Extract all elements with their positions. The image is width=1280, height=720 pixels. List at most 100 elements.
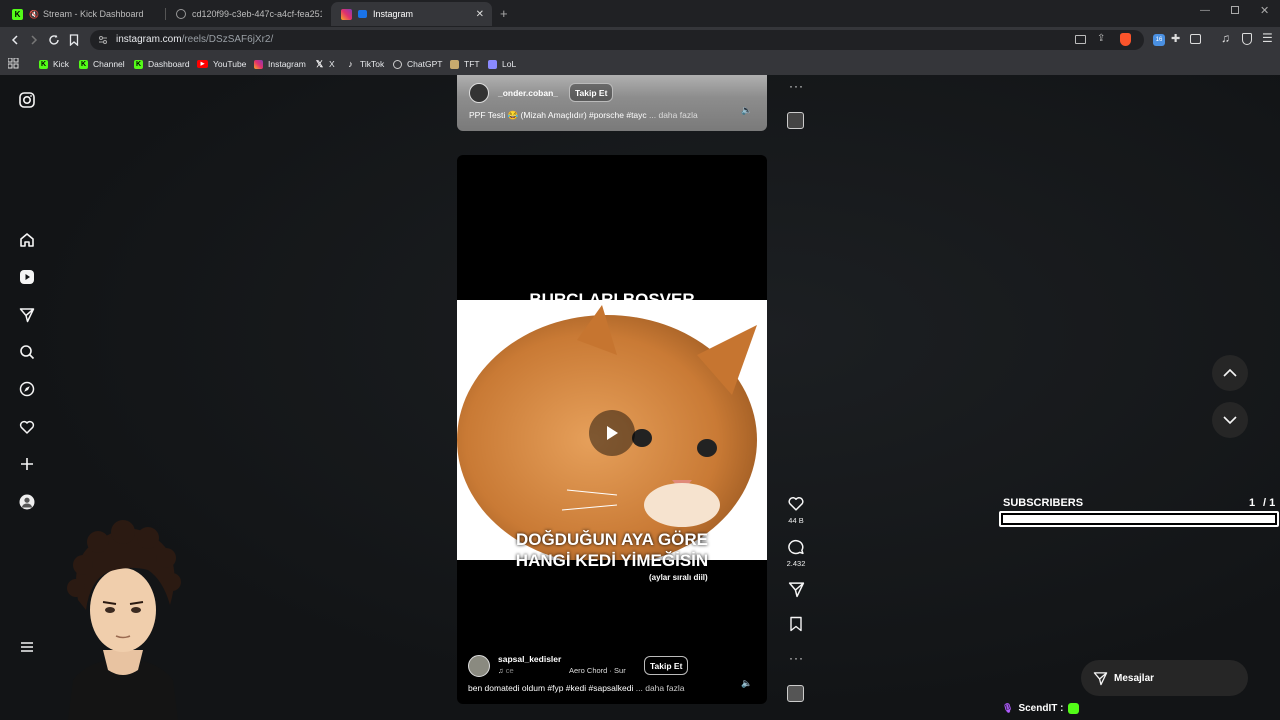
messages-button[interactable]: Mesajlar (1081, 660, 1248, 696)
create-plus-icon[interactable] (18, 455, 36, 473)
subscribers-count: 1 (1249, 497, 1256, 509)
forward-icon[interactable] (25, 31, 43, 49)
avatar[interactable] (469, 83, 489, 103)
audio-label[interactable]: ♫ ce (498, 666, 514, 675)
more-options-icon[interactable]: ··· (789, 651, 804, 665)
reel-username[interactable]: sapsal_kedisler (498, 654, 561, 664)
kick-icon: K (79, 59, 88, 69)
audio-thumbnail[interactable] (787, 685, 804, 702)
bookmark-kick[interactable]: K Kick (39, 57, 69, 71)
tab-title: Stream - Kick Dashboard (42, 9, 144, 19)
bookmark-youtube[interactable]: ▶ YouTube (197, 57, 246, 71)
bookmark-chatgpt[interactable]: ChatGPT (393, 57, 442, 71)
search-icon[interactable] (18, 343, 36, 361)
comment-icon (788, 539, 804, 555)
bookmark-tft[interactable]: TFT (450, 57, 480, 71)
cast-icon[interactable] (1075, 35, 1086, 44)
chatgpt-icon (393, 59, 402, 69)
sound-icon (358, 10, 367, 18)
instagram-page: _onder.coban_ Takip Et PPF Testi 😂 (Miza… (0, 75, 1280, 720)
browser-tab-bar: K 🔇 Stream - Kick Dashboard cd120f99-c3e… (0, 0, 1280, 27)
puzzle-icon[interactable]: ✚ (1171, 32, 1180, 45)
bookmarks-bar: K Kick K Channel K Dashboard ▶ YouTube Insta… (0, 53, 1280, 75)
messages-label: Mesajlar (1114, 672, 1155, 684)
previous-reel-button[interactable] (1212, 355, 1248, 391)
chat-username: ScendIT : (1018, 703, 1064, 714)
maximize-icon[interactable] (1231, 6, 1239, 14)
bookmark-lol[interactable]: LoL (488, 57, 516, 71)
home-icon[interactable] (18, 231, 36, 249)
bookmark-dashboard[interactable]: K Dashboard (134, 57, 190, 71)
x-icon: 𝕏 (315, 58, 324, 69)
overlay-line-2: HANGİ KEDİ YİMEĞİSİN (515, 551, 709, 570)
volume-icon[interactable]: 🔈 (741, 105, 752, 116)
more-menu-icon[interactable] (18, 638, 36, 656)
share-icon[interactable]: ⇪ (1097, 33, 1105, 44)
like-button[interactable] (786, 495, 806, 512)
profile-avatar-icon[interactable] (18, 493, 36, 511)
reel-caption: PPF Testi 😂 (Mizah Amaçlıdır) #porsche #… (469, 110, 698, 120)
comment-button[interactable] (786, 538, 806, 555)
more-options-icon[interactable]: ··· (789, 79, 804, 93)
vpn-shield-icon[interactable] (1242, 33, 1252, 45)
url-domain: instagram.com (116, 34, 182, 45)
bookmark-channel[interactable]: K Channel (79, 57, 125, 71)
sidebar-toggle-icon[interactable] (1190, 34, 1201, 44)
follow-button[interactable]: Takip Et (644, 656, 689, 675)
music-icon[interactable]: ♫ (1221, 31, 1230, 45)
instagram-logo-icon[interactable] (18, 91, 36, 109)
subscribers-total: / 1 (1263, 497, 1276, 509)
back-icon[interactable] (6, 31, 24, 49)
share-button[interactable] (786, 581, 806, 598)
menu-icon[interactable]: ☰ (1262, 31, 1273, 45)
kick-icon: K (134, 59, 143, 69)
reel-username[interactable]: _onder.coban_ (498, 88, 558, 98)
tab-kick-dashboard[interactable]: K 🔇 Stream - Kick Dashboard (2, 2, 162, 26)
mic-icon: 🎙 (1002, 703, 1014, 713)
reel-current[interactable]: BURÇLARI BOŞVER (457, 155, 767, 704)
close-tab-icon[interactable]: ✕ (476, 9, 484, 20)
close-window-icon[interactable]: ✕ (1260, 4, 1269, 17)
apps-grid-icon[interactable] (8, 58, 19, 69)
more-link[interactable]: ... daha fazla (649, 110, 698, 120)
follow-button[interactable]: Takip Et (569, 83, 614, 102)
tab-instagram[interactable]: Instagram ✕ (331, 2, 492, 26)
reload-icon[interactable] (45, 31, 63, 49)
brave-shield-icon[interactable] (1120, 33, 1131, 46)
volume-icon[interactable]: 🔈 (741, 678, 752, 689)
reels-icon[interactable] (18, 268, 36, 286)
explore-icon[interactable] (18, 380, 36, 398)
notifications-heart-icon[interactable] (18, 418, 36, 436)
bookmark-instagram[interactable]: Instagram (254, 57, 306, 71)
bookmark-icon[interactable] (65, 31, 83, 49)
messages-icon[interactable] (18, 306, 36, 324)
url-text: instagram.com/reels/DSzSAF6jXr2/ (116, 34, 273, 45)
url-path: /reels/DSzSAF6jXr2/ (181, 34, 274, 45)
tiktok-icon: ♪ (348, 59, 353, 69)
reel-previous[interactable]: _onder.coban_ Takip Et PPF Testi 😂 (Miza… (457, 75, 767, 131)
avatar[interactable] (468, 655, 490, 677)
stream-chat-line: 🎙 ScendIT : (1002, 703, 1080, 714)
extension-icon[interactable]: 16 (1153, 34, 1165, 46)
site-info-icon[interactable] (98, 35, 108, 45)
bookmark-x[interactable]: 𝕏X (315, 57, 335, 71)
next-reel-button[interactable] (1212, 402, 1248, 438)
audio-track[interactable]: Aero Chord · Sur (569, 666, 626, 675)
play-icon (607, 426, 618, 440)
play-button[interactable] (589, 410, 635, 456)
tab-uuid[interactable]: cd120f99-c3eb-447c-a4cf-fea251b18 (166, 2, 328, 26)
music-note-icon: ♫ (498, 666, 504, 675)
save-button[interactable] (786, 616, 806, 632)
reel-small-text: (aylar sıralı diil) (649, 573, 708, 582)
chevron-up-icon (1223, 368, 1237, 377)
bookmark-tiktok[interactable]: ♪ TikTok (346, 57, 384, 71)
address-bar[interactable]: instagram.com/reels/DSzSAF6jXr2/ ⇪ (90, 30, 1144, 50)
bookmark-save-icon (790, 616, 802, 632)
more-link[interactable]: ... daha fazla (636, 683, 685, 693)
audio-thumbnail[interactable] (787, 112, 804, 129)
new-tab-icon[interactable]: + (500, 6, 508, 21)
streamer-avatar (48, 510, 198, 720)
share-icon (788, 582, 804, 598)
comment-count: 2.432 (786, 559, 806, 568)
minimize-icon[interactable]: — (1200, 5, 1210, 16)
